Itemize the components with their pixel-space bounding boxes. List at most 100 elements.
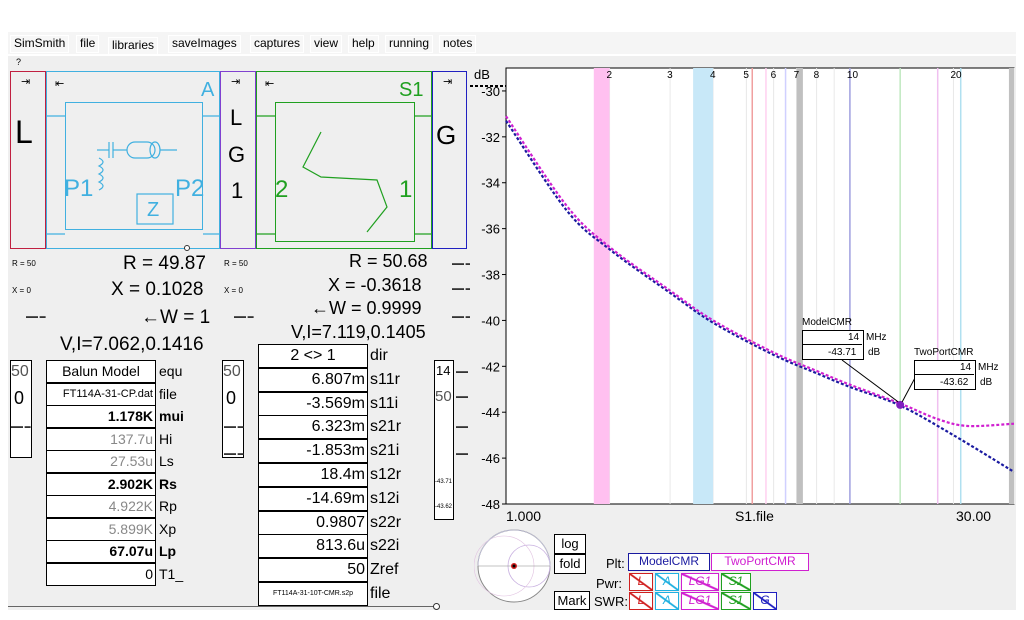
balun-value-hi[interactable]: 137.7u [46,427,156,451]
swr-toggle-g[interactable]: G [753,592,777,610]
load-param-0[interactable]: 0 [14,389,24,407]
right-r-readout: R = 50.68 [349,251,428,271]
menu-running[interactable]: running [385,35,434,53]
balun-value-equ[interactable]: Balun Model [46,360,156,383]
top-tick-label: 10 [847,70,859,81]
pwr-toggle-s1[interactable]: S1 [721,573,751,591]
tiny-label: ▬▬ ▬ [234,314,254,320]
fold-button[interactable]: fold [554,554,586,574]
sparam-label-s11r: s11r [370,370,400,388]
pwr-toggle-l[interactable]: L [629,573,653,591]
top-tick-label: 5 [743,70,749,81]
line-param-50[interactable]: 50 [223,364,241,380]
highlight-band [693,68,714,504]
gen-param-14[interactable]: 14 [436,364,450,377]
menu-help[interactable]: help [348,35,379,53]
s1-port1-label: 1 [399,176,413,203]
node-circle[interactable] [184,245,190,251]
arrow-icon: ⇥ [443,76,453,88]
sparam-value-s21r[interactable]: 6.323m [258,415,368,440]
pwr-toggle-lg1[interactable]: LG1 [681,573,719,591]
sparam-value-s11r[interactable]: 6.807m [258,367,368,392]
line-x-small: X = 0 [224,286,243,295]
menu-simsmith[interactable]: SimSmith [10,35,70,53]
menu-file[interactable]: file [76,35,100,53]
circuit-panel: ? ⇥ L ⇤ A P1 P2 Z ⇥ L G 1 ⇤ S1 2 1 ⇥ G R… [8,56,472,610]
balun-value-lp[interactable]: 67.07u [46,540,156,563]
y-tick-label: -38 [481,268,500,283]
gen-param-50[interactable]: 50 [435,389,452,404]
sparam-label-s22r: s22r [370,513,402,531]
marker1-db: -43.71 [828,347,857,358]
menu-bar [8,32,1016,54]
gen-param-box [434,360,454,520]
top-tick-label: 3 [667,70,673,81]
smith-chart-thumbnail[interactable] [474,526,554,606]
sparam-value-s12i[interactable]: -14.69m [258,486,368,511]
pwr-toggle-a[interactable]: A [655,573,679,591]
tiny-label: ▬▬ [456,451,468,457]
load-block[interactable]: ⇥ L [10,71,46,249]
sparam-label-zref: Zref [370,561,399,579]
generator-block[interactable]: ⇥ G [432,71,467,249]
tiny-label: ▬▬ ▬ [452,286,472,292]
tiny-label: ▬▬ [456,394,468,400]
line-param-0[interactable]: 0 [226,389,236,407]
arrow-icon: ⇥ [231,76,241,88]
balun-value-rs[interactable]: 2.902K [46,472,156,496]
port2-label: P2 [175,175,205,202]
line-label-2: G [228,142,246,167]
sparam-label-dir: dir [370,347,388,364]
sparam-value-file[interactable]: FT114A-31-10T-CMR.s2p [258,582,368,606]
z-symbol: Z [147,199,160,221]
right-x-readout: X = -0.3618 [328,275,422,295]
highlight-band [593,68,610,504]
sparam-value-s12r[interactable]: 18.4m [258,463,368,487]
balun-label-mui: mui [159,408,184,424]
sparam-value-s22i[interactable]: 813.6u [258,534,368,559]
load-label: L [15,114,33,150]
balun-block[interactable]: ⇤ A P1 P2 Z [46,71,221,249]
node-circle[interactable] [433,603,440,610]
balun-value-xp[interactable]: 5.899K [46,517,156,541]
balun-value-t1[interactable]: 0 [46,562,156,586]
load-r-small: R = 50 [12,259,36,268]
plt-twoportcmr-button[interactable]: TwoPortCMR [711,553,809,571]
menu-saveimages[interactable]: saveImages [168,35,241,53]
balun-value-rp[interactable]: 4.922K [46,495,156,518]
menu-captures[interactable]: captures [250,35,305,53]
cmr-chart[interactable]: 2 3 4 5 6 7 8 10 20-30-32-34-36-38-40-42-44-46-4… [470,56,1016,526]
balun-value-mui[interactable]: 1.178K [46,405,156,428]
sparam-label-file: file [370,585,391,602]
sparam-label-s22i: s22i [370,537,400,555]
swr-toggle-s1[interactable]: S1 [721,592,751,610]
s1-block[interactable]: ⇤ S1 2 1 [256,71,433,249]
swr-toggle-lg1[interactable]: LG1 [681,592,719,610]
pwr-label: Pwr: [596,576,622,591]
left-r-readout: R = 49.87 [123,253,206,274]
load-param-50[interactable]: 50 [11,364,29,380]
log-button[interactable]: log [554,534,586,554]
swr-toggle-l[interactable]: L [629,592,653,610]
sparam-value-dir[interactable]: 2 <> 1 [258,344,368,368]
menu-view[interactable]: view [310,35,343,53]
sparam-value-s21i[interactable]: -1.853m [258,439,368,464]
y-tick-label: -34 [481,176,500,191]
swr-toggle-a[interactable]: A [655,592,679,610]
s1-schematic [257,115,433,235]
sparam-value-s22r[interactable]: 0.9807 [258,510,368,535]
sparam-value-zref[interactable]: 50 [258,558,368,583]
help-mark[interactable]: ? [16,58,21,67]
line-block[interactable]: ⇥ L G 1 [220,71,256,249]
balun-value-file[interactable]: FT114A-31-CP.dat [46,382,156,406]
sparam-value-s11i[interactable]: -3.569m [258,391,368,416]
top-tick-label: 4 [710,70,716,81]
balun-value-ls[interactable]: 27.53u [46,450,156,473]
mark-button[interactable]: Mark [554,591,590,610]
plt-modelcmr-button[interactable]: ModelCMR [628,553,710,571]
top-tick-label: 20 [950,70,962,81]
x-center-label: S1.file [735,508,774,524]
menu-notes[interactable]: notes [439,35,477,53]
plot-panel: dB 2 3 4 5 6 7 8 10 20 -30 -32 -34 -36 -38 -40 -42 -44 -4… [470,56,1016,610]
menu-libraries[interactable]: libraries [108,37,159,55]
